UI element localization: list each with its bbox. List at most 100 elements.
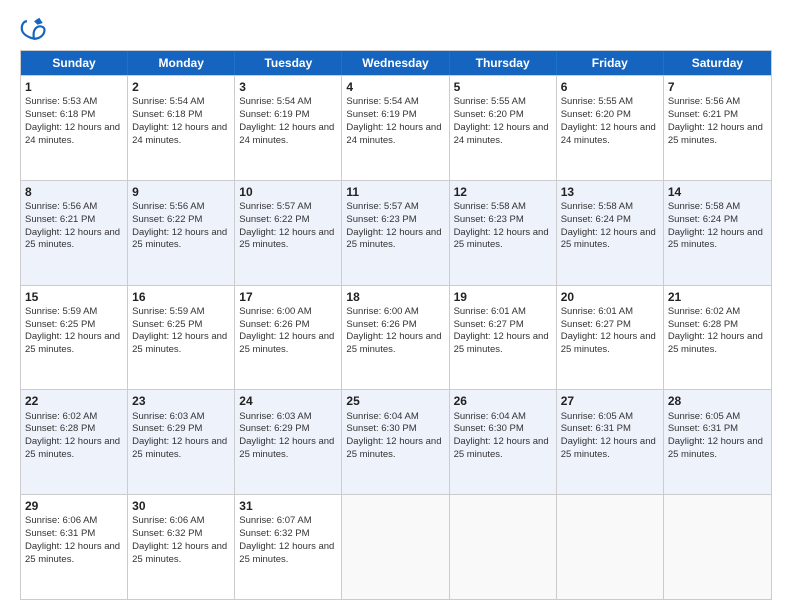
daylight: Daylight: 12 hours and 25 minutes.	[239, 331, 334, 355]
calendar-cell-5: 5Sunrise: 5:55 AMSunset: 6:20 PMDaylight…	[450, 76, 557, 180]
day-number: 1	[25, 79, 123, 95]
sunset: Sunset: 6:19 PM	[346, 109, 416, 120]
sunrise: Sunrise: 6:03 AM	[132, 411, 204, 422]
calendar-cell-25: 25Sunrise: 6:04 AMSunset: 6:30 PMDayligh…	[342, 390, 449, 494]
day-number: 2	[132, 79, 230, 95]
calendar-cell-empty	[664, 495, 771, 599]
sunrise: Sunrise: 6:03 AM	[239, 411, 311, 422]
calendar-page: SundayMondayTuesdayWednesdayThursdayFrid…	[0, 0, 792, 612]
sunset: Sunset: 6:20 PM	[454, 109, 524, 120]
daylight: Daylight: 12 hours and 25 minutes.	[346, 227, 441, 251]
sunrise: Sunrise: 5:55 AM	[561, 96, 633, 107]
day-number: 16	[132, 289, 230, 305]
day-number: 11	[346, 184, 444, 200]
day-number: 20	[561, 289, 659, 305]
sunset: Sunset: 6:25 PM	[132, 319, 202, 330]
day-number: 7	[668, 79, 767, 95]
sunrise: Sunrise: 6:00 AM	[346, 306, 418, 317]
day-number: 9	[132, 184, 230, 200]
daylight: Daylight: 12 hours and 24 minutes.	[454, 122, 549, 146]
sunset: Sunset: 6:18 PM	[25, 109, 95, 120]
sunset: Sunset: 6:30 PM	[454, 423, 524, 434]
daylight: Daylight: 12 hours and 25 minutes.	[561, 227, 656, 251]
daylight: Daylight: 12 hours and 25 minutes.	[668, 227, 763, 251]
header-day-saturday: Saturday	[664, 51, 771, 75]
day-number: 8	[25, 184, 123, 200]
daylight: Daylight: 12 hours and 25 minutes.	[25, 541, 120, 565]
day-number: 26	[454, 393, 552, 409]
calendar-cell-24: 24Sunrise: 6:03 AMSunset: 6:29 PMDayligh…	[235, 390, 342, 494]
sunset: Sunset: 6:20 PM	[561, 109, 631, 120]
sunrise: Sunrise: 6:05 AM	[668, 411, 740, 422]
day-number: 30	[132, 498, 230, 514]
calendar-cell-13: 13Sunrise: 5:58 AMSunset: 6:24 PMDayligh…	[557, 181, 664, 285]
calendar-week-2: 8Sunrise: 5:56 AMSunset: 6:21 PMDaylight…	[21, 180, 771, 285]
calendar-cell-15: 15Sunrise: 5:59 AMSunset: 6:25 PMDayligh…	[21, 286, 128, 390]
logo-icon	[20, 16, 48, 44]
sunset: Sunset: 6:28 PM	[25, 423, 95, 434]
daylight: Daylight: 12 hours and 25 minutes.	[668, 436, 763, 460]
sunset: Sunset: 6:22 PM	[239, 214, 309, 225]
sunrise: Sunrise: 5:58 AM	[668, 201, 740, 212]
sunrise: Sunrise: 6:06 AM	[132, 515, 204, 526]
calendar-cell-22: 22Sunrise: 6:02 AMSunset: 6:28 PMDayligh…	[21, 390, 128, 494]
sunset: Sunset: 6:25 PM	[25, 319, 95, 330]
calendar-cell-19: 19Sunrise: 6:01 AMSunset: 6:27 PMDayligh…	[450, 286, 557, 390]
calendar-cell-10: 10Sunrise: 5:57 AMSunset: 6:22 PMDayligh…	[235, 181, 342, 285]
calendar-cell-17: 17Sunrise: 6:00 AMSunset: 6:26 PMDayligh…	[235, 286, 342, 390]
calendar-cell-7: 7Sunrise: 5:56 AMSunset: 6:21 PMDaylight…	[664, 76, 771, 180]
sunset: Sunset: 6:27 PM	[561, 319, 631, 330]
daylight: Daylight: 12 hours and 25 minutes.	[132, 541, 227, 565]
sunrise: Sunrise: 5:57 AM	[346, 201, 418, 212]
sunrise: Sunrise: 6:05 AM	[561, 411, 633, 422]
sunset: Sunset: 6:24 PM	[668, 214, 738, 225]
calendar-week-4: 22Sunrise: 6:02 AMSunset: 6:28 PMDayligh…	[21, 389, 771, 494]
sunset: Sunset: 6:18 PM	[132, 109, 202, 120]
daylight: Daylight: 12 hours and 25 minutes.	[668, 331, 763, 355]
day-number: 31	[239, 498, 337, 514]
daylight: Daylight: 12 hours and 25 minutes.	[454, 436, 549, 460]
calendar-cell-29: 29Sunrise: 6:06 AMSunset: 6:31 PMDayligh…	[21, 495, 128, 599]
sunset: Sunset: 6:24 PM	[561, 214, 631, 225]
sunrise: Sunrise: 5:58 AM	[454, 201, 526, 212]
daylight: Daylight: 12 hours and 25 minutes.	[132, 331, 227, 355]
day-number: 24	[239, 393, 337, 409]
sunset: Sunset: 6:26 PM	[239, 319, 309, 330]
daylight: Daylight: 12 hours and 25 minutes.	[346, 331, 441, 355]
day-number: 3	[239, 79, 337, 95]
day-number: 14	[668, 184, 767, 200]
daylight: Daylight: 12 hours and 25 minutes.	[25, 331, 120, 355]
day-number: 19	[454, 289, 552, 305]
daylight: Daylight: 12 hours and 24 minutes.	[25, 122, 120, 146]
calendar-week-5: 29Sunrise: 6:06 AMSunset: 6:31 PMDayligh…	[21, 494, 771, 599]
day-number: 22	[25, 393, 123, 409]
day-number: 28	[668, 393, 767, 409]
day-number: 18	[346, 289, 444, 305]
calendar-cell-empty	[342, 495, 449, 599]
sunset: Sunset: 6:19 PM	[239, 109, 309, 120]
sunset: Sunset: 6:21 PM	[668, 109, 738, 120]
calendar-cell-31: 31Sunrise: 6:07 AMSunset: 6:32 PMDayligh…	[235, 495, 342, 599]
sunset: Sunset: 6:31 PM	[668, 423, 738, 434]
sunset: Sunset: 6:29 PM	[239, 423, 309, 434]
calendar-cell-26: 26Sunrise: 6:04 AMSunset: 6:30 PMDayligh…	[450, 390, 557, 494]
daylight: Daylight: 12 hours and 25 minutes.	[132, 436, 227, 460]
calendar-body: 1Sunrise: 5:53 AM Sunset: 6:18 PM Daylight…	[21, 75, 771, 599]
day-number: 15	[25, 289, 123, 305]
sunrise: Sunrise: 5:53 AM	[25, 96, 97, 107]
day-number: 29	[25, 498, 123, 514]
sunrise: Sunrise: 5:54 AM	[239, 96, 311, 107]
header-day-monday: Monday	[128, 51, 235, 75]
sunset: Sunset: 6:30 PM	[346, 423, 416, 434]
sunrise: Sunrise: 6:01 AM	[454, 306, 526, 317]
daylight: Daylight: 12 hours and 24 minutes.	[346, 122, 441, 146]
calendar: SundayMondayTuesdayWednesdayThursdayFrid…	[20, 50, 772, 600]
sunrise: Sunrise: 6:04 AM	[346, 411, 418, 422]
day-number: 4	[346, 79, 444, 95]
day-number: 27	[561, 393, 659, 409]
day-number: 25	[346, 393, 444, 409]
sunset: Sunset: 6:29 PM	[132, 423, 202, 434]
sunrise: Sunrise: 6:02 AM	[668, 306, 740, 317]
calendar-cell-1: 1Sunrise: 5:53 AM Sunset: 6:18 PM Daylight…	[21, 76, 128, 180]
calendar-cell-9: 9Sunrise: 5:56 AMSunset: 6:22 PMDaylight…	[128, 181, 235, 285]
